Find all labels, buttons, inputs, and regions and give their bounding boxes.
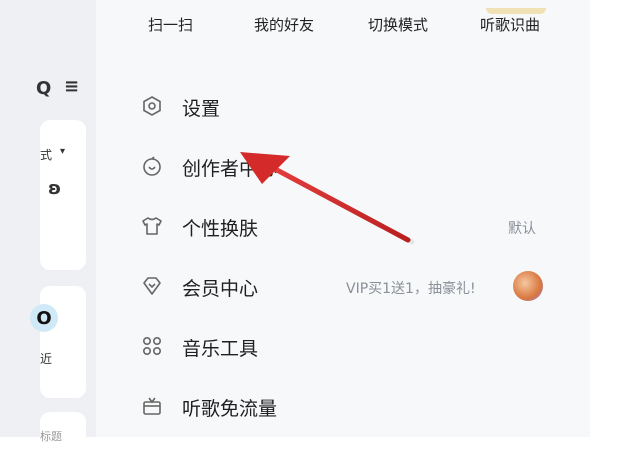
- vip-promo-text: VIP买1送1，抽豪礼!: [346, 281, 476, 297]
- recent-circle-icon[interactable]: O: [30, 304, 58, 332]
- menu-label-settings: 设置: [182, 98, 221, 120]
- menu-label-vip-center: 会员中心: [182, 278, 259, 300]
- menu-item-music-tools[interactable]: 音乐工具: [96, 326, 590, 366]
- switch-mode-button[interactable]: 切换模式: [368, 14, 428, 35]
- right-margin: [590, 0, 626, 437]
- menu-icon[interactable]: ≡: [64, 76, 79, 97]
- background-page: Q ≡ 式 ▾ ʚ 近 O 标题: [0, 0, 100, 452]
- creator-icon: [143, 156, 161, 176]
- recent-label[interactable]: 近: [40, 350, 52, 367]
- bottom-card: 标题: [40, 412, 86, 452]
- menu-label-skin: 个性换肤: [182, 218, 259, 240]
- recent-card: 近: [40, 286, 86, 398]
- dropdown-arrow-icon: ▾: [60, 146, 66, 157]
- menu-item-vip-center[interactable]: 会员中心 VIP买1送1，抽豪礼!: [96, 266, 590, 306]
- menu-label-free-data: 听歌免流量: [182, 398, 278, 420]
- menu-item-creator-center[interactable]: 创作者中心: [96, 146, 590, 186]
- song-recognition-button[interactable]: 听歌识曲: [480, 14, 540, 35]
- menu-item-free-data[interactable]: 听歌免流量: [96, 386, 590, 426]
- gift-box-icon: [143, 397, 161, 415]
- diamond-icon: [143, 277, 161, 295]
- mode-card: 式 ▾ ʚ: [40, 120, 86, 270]
- menu-label-music-tools: 音乐工具: [182, 338, 259, 360]
- bird-icon: ʚ: [48, 178, 62, 199]
- tshirt-icon: [142, 217, 162, 235]
- vip-avatar: [513, 271, 543, 301]
- grid-tools-icon: [142, 336, 162, 356]
- mode-label[interactable]: 式: [40, 146, 52, 163]
- search-icon[interactable]: Q: [36, 78, 51, 99]
- scan-button[interactable]: 扫一扫: [148, 14, 193, 35]
- top-actions: 扫一扫 我的好友 切换模式 听歌识曲: [96, 8, 590, 40]
- my-friends-button[interactable]: 我的好友: [254, 14, 314, 35]
- bottom-label: 标题: [40, 430, 62, 443]
- skin-value: 默认: [508, 221, 536, 237]
- menu-item-skin[interactable]: 个性换肤 默认: [96, 206, 590, 246]
- side-drawer: 扫一扫 我的好友 切换模式 听歌识曲 设置 创作者中心 个性换肤 默认 会员中心…: [96, 0, 590, 437]
- menu-label-creator-center: 创作者中心: [182, 158, 278, 180]
- menu-item-settings[interactable]: 设置: [96, 86, 590, 126]
- hexagon-settings-icon: [143, 96, 161, 116]
